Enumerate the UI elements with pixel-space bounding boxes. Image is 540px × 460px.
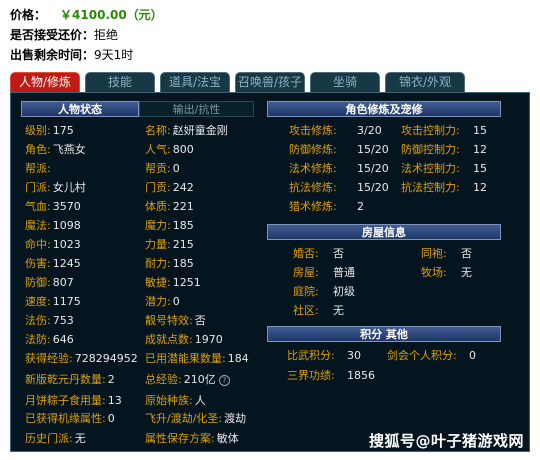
- ctrl-attack: 攻击控制力: 15: [401, 124, 487, 137]
- stat-agility: 敏捷: 1251: [145, 276, 201, 289]
- stat-defense: 防御: 807: [25, 276, 74, 289]
- stat-potential-fruit: 已用潜能果数量: 184: [145, 352, 249, 365]
- stat-magic-defense: 法防: 646: [25, 333, 74, 346]
- cult-defense: 防御修炼: 15/20: [289, 143, 389, 156]
- cult-attack: 攻击修炼: 3/20: [289, 124, 382, 137]
- tab-output-resist[interactable]: 输出/抗性: [139, 101, 254, 117]
- remaining-value: 9天1时: [94, 48, 134, 62]
- tab-character[interactable]: 人物/修炼: [10, 72, 80, 92]
- help-icon[interactable]: ?: [218, 374, 230, 386]
- cult-hunting: 猎术修炼: 2: [289, 200, 364, 213]
- watermark: 搜狐号@叶子猪游戏网: [368, 432, 524, 450]
- ctrl-defense: 防御控制力: 12: [401, 143, 487, 156]
- stat-school-contrib: 门贡: 242: [145, 181, 194, 194]
- tab-skills[interactable]: 技能: [85, 72, 155, 92]
- points-header: 积分 其他: [267, 326, 501, 342]
- stat-race: 原始种族: 人: [145, 394, 206, 407]
- points-merit: 三界功绩: 1856: [287, 369, 375, 382]
- stat-ascension: 飞升/渡劫/化圣: 渡劫: [145, 412, 247, 425]
- stat-endurance: 耐力: 185: [145, 257, 194, 270]
- bargain-label: 是否接受还价：: [10, 28, 95, 42]
- points-sword: 剑会个人积分: 0: [387, 349, 476, 362]
- tab-bar: 人物/修炼 技能 道具/法宝 召唤兽/孩子 坐骑 锦衣/外观: [10, 72, 530, 92]
- cultivation-header: 角色修炼及宠修: [267, 101, 501, 117]
- house-type: 房屋: 普通: [293, 266, 355, 279]
- tab-pets[interactable]: 召唤兽/孩子: [235, 72, 305, 92]
- stat-attr-plan: 属性保存方案: 敏体: [145, 432, 239, 445]
- stat-history-school: 历史门派: 无: [25, 432, 86, 445]
- stat-name: 名称: 赵妍童金刚: [145, 124, 228, 137]
- house-ranch: 牧场: 无: [421, 266, 472, 279]
- stat-fortune-attr: 已获得机缘属性: 0: [25, 412, 115, 425]
- stat-level: 级别: 175: [25, 124, 74, 137]
- stat-magic-power: 魔力: 185: [145, 219, 194, 232]
- stat-guild: 帮派:: [25, 162, 51, 175]
- cult-resist: 抗法修炼: 15/20: [289, 181, 389, 194]
- stat-mooncake: 月饼粽子食用量: 13: [25, 394, 122, 407]
- price-value: ￥4100.00（元）: [60, 8, 163, 22]
- stat-vanity-effect: 靓号特效: 否: [145, 314, 206, 327]
- tab-mounts[interactable]: 坐骑: [310, 72, 380, 92]
- stat-hit: 命中: 1023: [25, 238, 81, 251]
- house-sworn: 同袍: 否: [421, 247, 472, 260]
- stat-total-exp: 总经验: 210亿?: [145, 372, 230, 388]
- stat-qianyuan: 新版乾元丹数量: 2: [25, 373, 115, 386]
- stat-strength: 力量: 215: [145, 238, 194, 251]
- stat-magic-damage: 法伤: 753: [25, 314, 74, 327]
- stat-damage: 伤害: 1245: [25, 257, 81, 270]
- stat-role: 角色: 飞燕女: [25, 143, 86, 156]
- price-label: 价格：: [10, 8, 47, 22]
- stat-guild-contrib: 帮贡: 0: [145, 162, 180, 175]
- ctrl-resist: 抗法控制力: 12: [401, 181, 487, 194]
- stat-speed: 速度: 1175: [25, 295, 81, 308]
- stat-achievement: 成就点数: 1970: [145, 333, 223, 346]
- stat-potential: 潜力: 0: [145, 295, 180, 308]
- price-row: 价格： ￥4100.00（元）: [10, 6, 163, 24]
- remaining-label: 出售剩余时间：: [10, 48, 95, 62]
- tab-items[interactable]: 道具/法宝: [160, 72, 230, 92]
- stat-constitution: 体质: 221: [145, 200, 194, 213]
- stat-popularity: 人气: 800: [145, 143, 194, 156]
- ctrl-magic: 法术控制力: 15: [401, 162, 487, 175]
- tab-char-status[interactable]: 人物状态: [21, 101, 139, 117]
- house-married: 婚否: 否: [293, 247, 344, 260]
- remaining-row: 出售剩余时间：9天1时: [10, 46, 133, 64]
- house-community: 社区: 无: [293, 304, 344, 317]
- character-panel: 人物状态 输出/抗性 级别: 175 角色: 飞燕女 帮派: 门派: 女儿村 气血: 3…: [10, 92, 530, 452]
- stat-hp: 气血: 3570: [25, 200, 81, 213]
- bargain-value: 拒绝: [94, 28, 119, 42]
- house-yard: 庭院: 初级: [293, 285, 355, 298]
- stat-exp-gained: 获得经验: 728294952: [25, 352, 138, 365]
- house-header: 房屋信息: [267, 224, 501, 240]
- tab-appearance[interactable]: 锦衣/外观: [385, 72, 465, 92]
- cult-magic: 法术修炼: 15/20: [289, 162, 389, 175]
- points-arena: 比武积分: 30: [287, 349, 361, 362]
- stat-mp: 魔法: 1098: [25, 219, 81, 232]
- stat-school: 门派: 女儿村: [25, 181, 86, 194]
- bargain-row: 是否接受还价：拒绝: [10, 26, 118, 44]
